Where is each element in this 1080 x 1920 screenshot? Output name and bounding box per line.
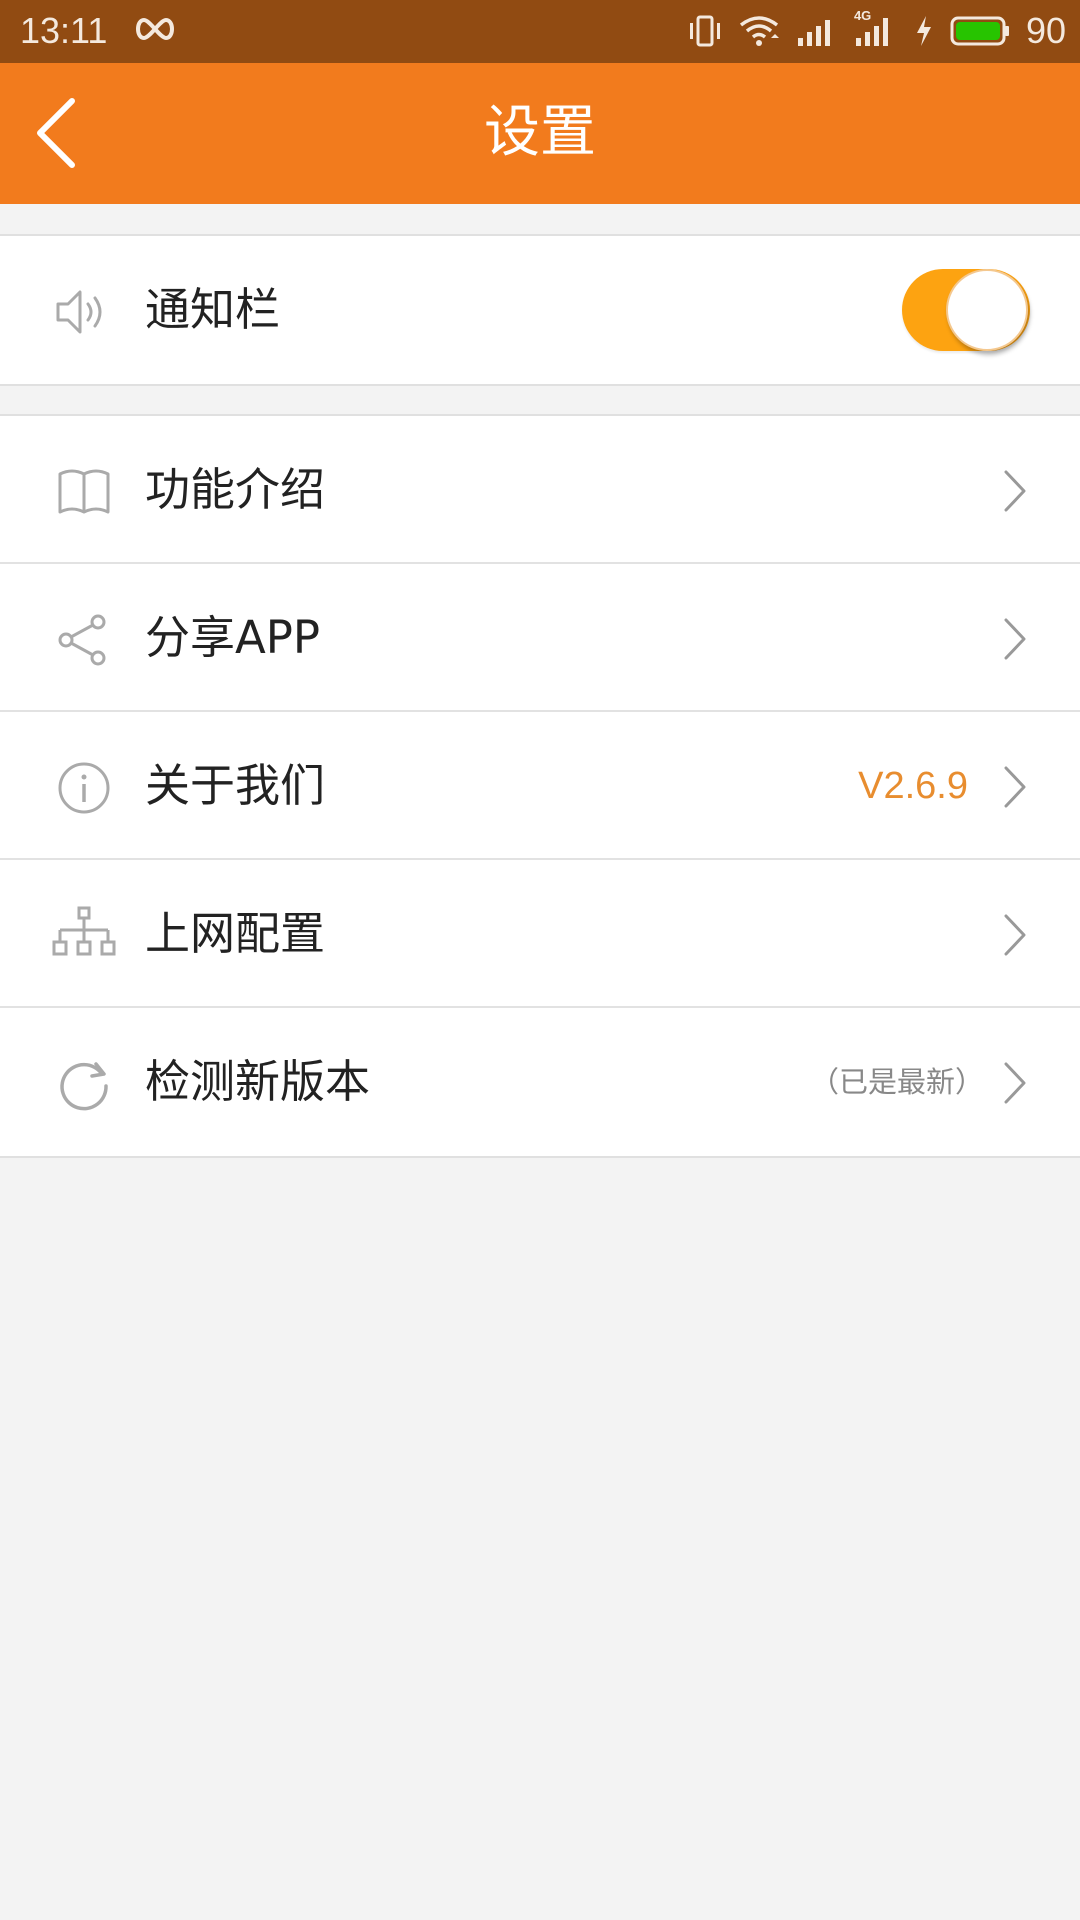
- refresh-icon: [60, 1062, 108, 1111]
- setting-label-about: 关于我们: [145, 759, 326, 812]
- setting-label-features: 功能介绍: [145, 463, 326, 516]
- chevron-right-icon: [1004, 618, 1026, 660]
- setting-label-notification: 通知栏: [145, 283, 281, 336]
- book-icon: [58, 469, 110, 514]
- 4g-signal-icon: [855, 18, 888, 46]
- setting-row-notification: 通知栏: [0, 236, 1080, 384]
- status-time: 13:11: [20, 10, 108, 51]
- battery-level: 90: [1025, 10, 1066, 51]
- version-value: V2.6.9: [858, 765, 968, 807]
- setting-row-network[interactable]: 上网配置: [0, 860, 1080, 1008]
- app-bar: 设置: [0, 63, 1080, 204]
- charging-icon: [916, 16, 931, 46]
- setting-label-network: 上网配置: [145, 907, 326, 960]
- share-icon: [58, 614, 106, 666]
- setting-row-share[interactable]: 分享APP: [0, 564, 1080, 712]
- setting-row-update[interactable]: 检测新版本 （已是最新）: [0, 1008, 1080, 1156]
- page-title: 设置: [484, 100, 596, 165]
- settings-group-main: 功能介绍 分享APP 关于我们 V2.6.9 上网配置 检测新版本 （已是最新）: [0, 414, 1080, 1158]
- speaker-icon: [56, 290, 102, 334]
- wifi-icon: [739, 16, 779, 46]
- vibrate-icon: [689, 15, 720, 47]
- notification-toggle[interactable]: [902, 269, 1030, 351]
- chevron-right-icon: [1004, 470, 1026, 512]
- infinity-icon: [136, 17, 174, 41]
- chevron-right-icon: [1004, 1062, 1026, 1104]
- signal-icon: [797, 20, 830, 46]
- status-bar: 13:11 4G 90: [0, 0, 1080, 63]
- 4g-signal: 4G: [854, 8, 898, 48]
- network-icon: [52, 906, 116, 956]
- chevron-right-icon: [1004, 914, 1026, 956]
- setting-label-share: 分享APP: [145, 611, 321, 664]
- setting-row-features[interactable]: 功能介绍: [0, 416, 1080, 564]
- status-icons: 4G 90: [688, 8, 1066, 54]
- setting-label-update: 检测新版本: [145, 1055, 371, 1108]
- update-status-note: （已是最新）: [809, 1065, 984, 1099]
- setting-row-about[interactable]: 关于我们 V2.6.9: [0, 712, 1080, 860]
- info-icon: [58, 762, 110, 814]
- chevron-right-icon: [1004, 766, 1026, 808]
- battery-icon: [950, 16, 1009, 46]
- settings-group-notification: 通知栏: [0, 234, 1080, 386]
- toggle-knob: [946, 269, 1028, 351]
